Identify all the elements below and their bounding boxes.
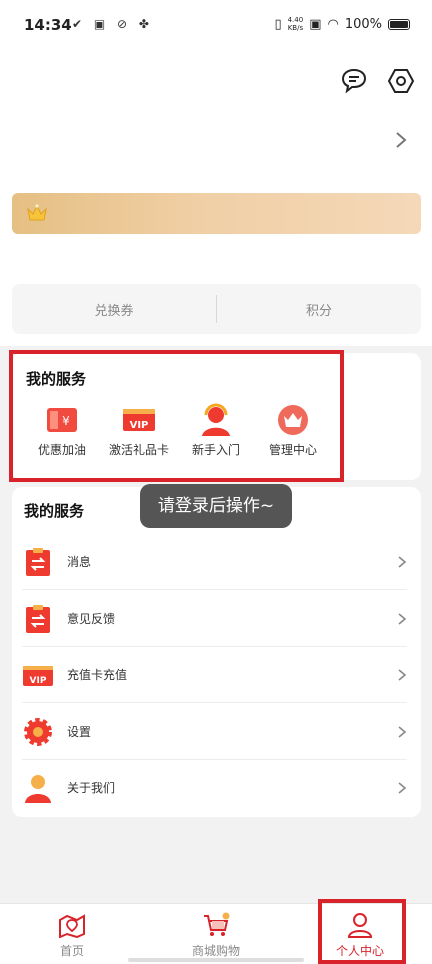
status-right-group: ▯ 4.40 KB/s ▣ ◠ 100% — [274, 16, 410, 32]
coupon-points-box: 兑换券 积分 — [12, 284, 421, 334]
nav-shopping-label: 商城购物 — [191, 944, 240, 958]
list-item-recharge-card[interactable]: VIP 充值卡充值 — [12, 647, 421, 703]
chevron-right-icon — [398, 782, 407, 794]
user-icon — [25, 775, 51, 803]
nav-home-label: 首页 — [59, 944, 84, 958]
points[interactable]: 积分 — [217, 300, 421, 319]
list-item-feedback[interactable]: 意见反馈 — [12, 591, 421, 647]
nav-shopping[interactable]: 商城购物 — [166, 904, 266, 964]
list-item-settings[interactable]: 设置 — [12, 704, 421, 760]
chevron-right-icon — [398, 556, 407, 568]
vip-banner[interactable] — [12, 193, 421, 234]
list-item-about-us[interactable]: 关于我们 — [12, 760, 421, 816]
clipboard-exchange-icon — [26, 605, 50, 633]
divider — [22, 589, 407, 590]
sim-icon: ▣ — [309, 16, 322, 32]
battery-icon — [388, 18, 410, 30]
service-list-title: 我的服务 — [24, 502, 85, 520]
notification-icons: ✔ ▣ ⊘ ✤ — [72, 17, 153, 31]
list-item-label: 充值卡充值 — [67, 668, 128, 682]
divider — [22, 702, 407, 703]
chevron-right-icon — [398, 613, 407, 625]
wifi-icon: ◠ — [327, 16, 339, 32]
chevron-right-icon — [398, 669, 407, 681]
highlight-outline — [9, 350, 344, 482]
vibrate-icon: ▯ — [274, 16, 282, 32]
net-speed: 4.40 KB/s — [288, 16, 304, 32]
list-item-messages[interactable]: 消息 — [12, 534, 421, 590]
coupon-exchange[interactable]: 兑换券 — [12, 300, 216, 319]
vip-card-icon: VIP — [23, 666, 53, 686]
settings-hex-icon[interactable] — [387, 67, 415, 95]
list-item-label: 设置 — [67, 725, 92, 739]
battery-percent: 100% — [344, 16, 382, 32]
home-indicator — [128, 958, 304, 962]
svg-text:VIP: VIP — [30, 676, 47, 686]
chevron-right-icon[interactable] — [394, 130, 408, 150]
profile-header: 兑换券 积分 — [0, 50, 432, 346]
gear-icon — [24, 718, 52, 746]
shopping-cart-icon — [204, 912, 230, 936]
list-item-label: 关于我们 — [67, 781, 116, 795]
status-time: 14:34 — [24, 16, 72, 34]
message-icon[interactable] — [340, 66, 368, 94]
list-item-label: 消息 — [67, 555, 92, 569]
status-bar: 14:34 ✔ ▣ ⊘ ✤ ▯ 4.40 KB/s ▣ ◠ 100% — [0, 0, 432, 50]
login-toast: 请登录后操作~ — [140, 484, 292, 528]
nav-home[interactable]: 首页 — [22, 904, 122, 964]
list-item-label: 意见反馈 — [67, 612, 116, 626]
net-speed-unit: KB/s — [287, 24, 304, 32]
crown-icon — [27, 204, 47, 221]
chevron-right-icon — [398, 726, 407, 738]
highlight-outline — [318, 899, 406, 964]
map-home-icon — [59, 914, 85, 938]
clipboard-exchange-icon — [26, 548, 50, 576]
net-speed-value: 4.40 — [287, 16, 304, 24]
